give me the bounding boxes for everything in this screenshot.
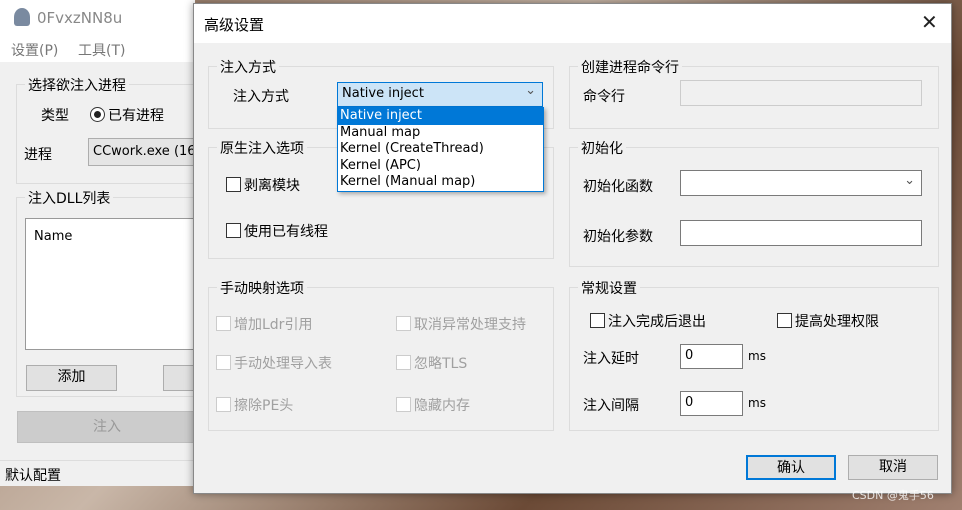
init-group: 初始化 bbox=[569, 138, 939, 267]
add-button[interactable]: 添加 bbox=[26, 365, 117, 391]
existing-thread-checkbox[interactable]: 使用已有线程 bbox=[226, 221, 328, 241]
dropdown-option[interactable]: Kernel (CreateThread) bbox=[338, 141, 543, 158]
close-icon[interactable]: ✕ bbox=[921, 10, 938, 34]
group-label: 原生注入选项 bbox=[217, 138, 307, 158]
ignore-tls-checkbox[interactable]: 忽略TLS bbox=[396, 353, 467, 373]
add-ldr-ref-checkbox[interactable]: 增加Ldr引用 bbox=[216, 314, 312, 334]
no-exception-support-checkbox[interactable]: 取消异常处理支持 bbox=[396, 314, 526, 334]
group-label: 注入DLL列表 bbox=[25, 188, 114, 208]
app-icon bbox=[14, 8, 30, 26]
menu-tools[interactable]: 工具(T) bbox=[78, 40, 125, 60]
cmdline-input[interactable] bbox=[680, 80, 922, 106]
column-name: Name bbox=[34, 229, 73, 244]
inject-method-dropdown: Native inject Manual map Kernel (CreateT… bbox=[337, 107, 544, 192]
init-func-label: 初始化函数 bbox=[583, 179, 653, 195]
inject-method-select[interactable]: Native inject ⌄ bbox=[337, 82, 543, 107]
advanced-settings-dialog: 高级设置 ✕ 注入方式 注入方式 创建进程命令行 命令行 原生注入选项 剥离模块… bbox=[193, 3, 952, 494]
group-label: 创建进程命令行 bbox=[578, 57, 682, 77]
group-label: 常规设置 bbox=[578, 278, 640, 298]
exit-after-inject-checkbox[interactable]: 注入完成后退出 bbox=[590, 311, 706, 331]
dialog-title-bar: 高级设置 ✕ bbox=[194, 4, 951, 43]
chevron-down-icon: ⌄ bbox=[904, 173, 915, 188]
interval-unit: ms bbox=[748, 396, 766, 410]
init-func-select[interactable]: ⌄ bbox=[680, 170, 922, 196]
delay-input[interactable]: 0 bbox=[680, 344, 743, 369]
manual-imports-checkbox[interactable]: 手动处理导入表 bbox=[216, 353, 332, 373]
radio-existing-process[interactable]: 已有进程 bbox=[90, 105, 164, 125]
ok-button[interactable]: 确认 bbox=[746, 455, 836, 480]
process-group: 选择欲注入进程 bbox=[16, 75, 216, 184]
type-label: 类型 bbox=[41, 108, 69, 124]
group-label: 初始化 bbox=[578, 138, 626, 158]
interval-label: 注入间隔 bbox=[583, 398, 639, 414]
dropdown-option[interactable]: Manual map bbox=[338, 125, 543, 142]
process-select[interactable]: CCwork.exe (16 bbox=[88, 138, 198, 166]
hide-memory-checkbox[interactable]: 隐藏内存 bbox=[396, 395, 470, 415]
cancel-button[interactable]: 取消 bbox=[848, 455, 938, 480]
delay-unit: ms bbox=[748, 349, 766, 363]
window-title: 0FvxzNN8u bbox=[37, 9, 123, 27]
dialog-title: 高级设置 bbox=[204, 16, 265, 34]
dll-list[interactable]: Name bbox=[25, 218, 200, 350]
interval-input[interactable]: 0 bbox=[680, 391, 743, 416]
main-window: 0FvxzNN8u 设置(P) 工具(T) 选择欲注入进程 类型 已有进程 进程… bbox=[0, 0, 216, 486]
menu-settings[interactable]: 设置(P) bbox=[11, 40, 58, 60]
inject-method-label: 注入方式 bbox=[233, 89, 289, 105]
delay-label: 注入延时 bbox=[583, 351, 639, 367]
cmdline-label: 命令行 bbox=[583, 89, 625, 105]
init-arg-label: 初始化参数 bbox=[583, 229, 653, 245]
group-label: 注入方式 bbox=[217, 57, 279, 77]
process-label: 进程 bbox=[24, 147, 52, 163]
inject-button[interactable]: 注入 bbox=[17, 411, 197, 443]
wipe-pe-header-checkbox[interactable]: 擦除PE头 bbox=[216, 395, 293, 415]
elevate-handle-checkbox[interactable]: 提高处理权限 bbox=[777, 311, 879, 331]
group-label: 手动映射选项 bbox=[217, 278, 307, 298]
dropdown-option[interactable]: Kernel (APC) bbox=[338, 158, 543, 175]
dropdown-option[interactable]: Native inject bbox=[338, 108, 543, 125]
chevron-down-icon: ⌄ bbox=[525, 83, 536, 98]
group-label: 选择欲注入进程 bbox=[25, 75, 129, 95]
unlink-module-checkbox[interactable]: 剥离模块 bbox=[226, 175, 300, 195]
init-arg-input[interactable] bbox=[680, 220, 922, 246]
title-bar: 0FvxzNN8u 设置(P) 工具(T) bbox=[0, 0, 195, 62]
status-bar: 默认配置 bbox=[0, 460, 195, 486]
watermark: CSDN @鬼手56 bbox=[852, 489, 934, 502]
dropdown-option[interactable]: Kernel (Manual map) bbox=[338, 174, 543, 191]
